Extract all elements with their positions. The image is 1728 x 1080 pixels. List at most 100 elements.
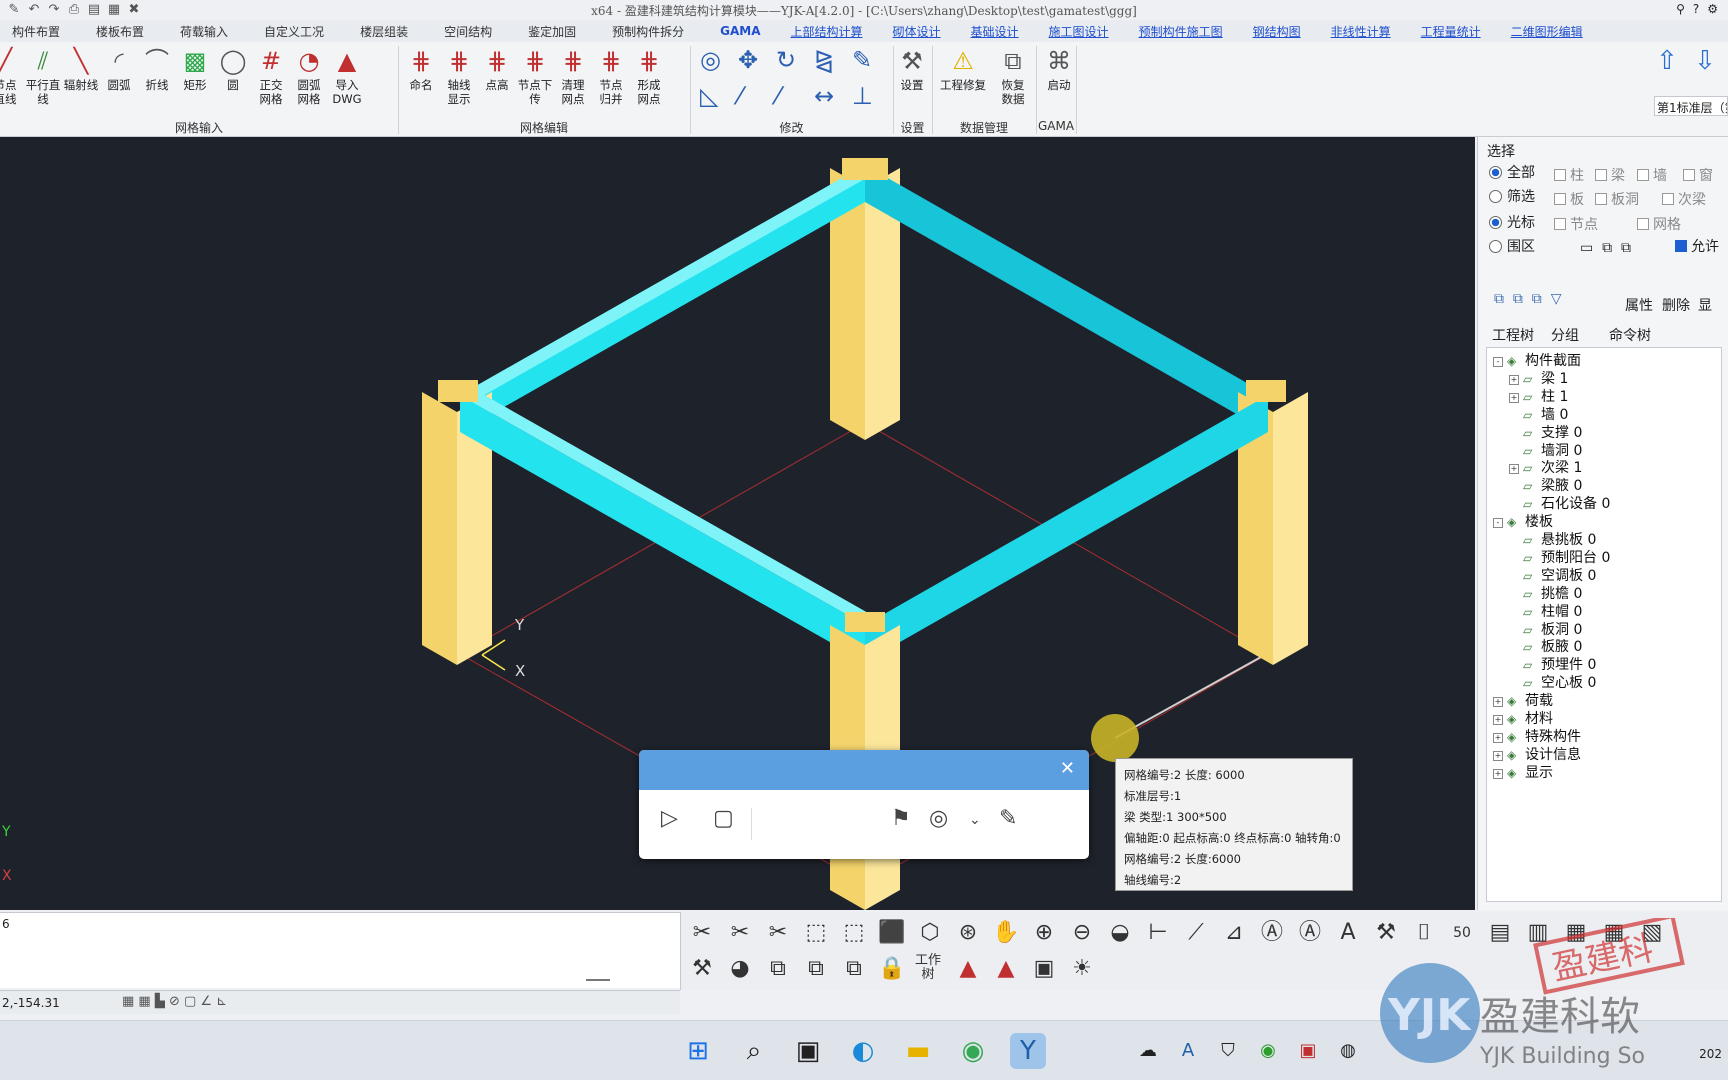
webcam-icon[interactable]: ◎ [929, 806, 948, 831]
tab-17[interactable]: 二维图形编辑 [1511, 23, 1583, 40]
view-tool-icon[interactable]: ✋ [991, 918, 1021, 948]
view-tool-icon[interactable]: ▥ [1523, 918, 1553, 948]
ribbon-btn-grid-input-0[interactable]: ╱ 节点直线 [0, 44, 24, 106]
tray-icon[interactable]: ⛉ [1210, 1033, 1246, 1069]
pin-icon[interactable]: ⚲ [1676, 2, 1685, 16]
view-tool-icon[interactable]: ⧉ [801, 954, 831, 984]
view-tool-icon[interactable]: ☀ [1067, 954, 1097, 984]
radio-0[interactable]: 全部 [1489, 162, 1535, 182]
checkbox-7[interactable]: 节点 [1554, 214, 1598, 234]
view-tool-icon[interactable]: ✂ [687, 918, 717, 948]
tab-2[interactable]: 荷载输入 [180, 23, 228, 40]
ribbon-btn-data-1[interactable]: ⧉ 恢复 数据 [988, 44, 1038, 106]
ribbon-btn-grid-input-5[interactable]: ▩ 矩形 [176, 44, 214, 92]
search-icon[interactable]: ⌕ [736, 1033, 772, 1069]
radio-3[interactable]: 围区 [1489, 236, 1535, 256]
tree-node[interactable]: + ◈ 显示 [1493, 762, 1553, 782]
chrome-icon[interactable]: ◉ [955, 1033, 991, 1069]
ribbon-btn-grid-edit-4[interactable]: ⋕ 清理 网点 [554, 44, 592, 106]
tray-app-icon[interactable]: ◉ [1250, 1033, 1286, 1069]
up-arrow-icon[interactable]: ⇧ [1656, 46, 1678, 76]
project-tree[interactable]: - ◈ 构件截面 + ▱ 梁 1 + ▱ 柱 1 ▱ 墙 0 ▱ 支撑 0 ▱ 墙洞 0 + ▱ 次梁 1 ▱ 梁腋 … [1486, 347, 1722, 902]
ribbon-btn-grid-input-9[interactable]: ▲ 导入 DWG [328, 44, 366, 106]
settings-icon[interactable]: ⚙ [1707, 2, 1718, 16]
tab-6[interactable]: 鉴定加固 [528, 23, 576, 40]
checkbox-0[interactable]: 柱 [1554, 165, 1584, 185]
tab-1[interactable]: 楼板布置 [96, 23, 144, 40]
tab-13[interactable]: 预制构件施工图 [1139, 23, 1223, 40]
ribbon-btn-grid-input-6[interactable]: ◯ 圆 [214, 44, 252, 92]
expand-icon[interactable]: + [1493, 750, 1503, 761]
view-tool-icon[interactable]: ⚒ [1371, 918, 1401, 948]
select-mode-icons[interactable]: ▭ ⧉ ⧉ [1580, 240, 1631, 256]
status-toggle-icons[interactable]: ▦ ▦ ▙ ⊘ ▢ ∠ ⊾ [122, 994, 227, 1009]
radio-1[interactable]: 筛选 [1489, 186, 1535, 206]
tab-7[interactable]: 预制构件拆分 [612, 23, 684, 40]
help-icon[interactable]: ? [1693, 2, 1699, 16]
ribbon-btn-grid-input-3[interactable]: ◜ 圆弧 [100, 44, 138, 92]
view-tool-icon[interactable]: ⊢ [1143, 918, 1173, 948]
expand-icon[interactable]: + [1509, 464, 1519, 475]
ribbon-btn-grid-edit-0[interactable]: ⋕ 命名 [402, 44, 440, 92]
panel-button-2[interactable]: 显 [1698, 295, 1712, 315]
view-tool-icon[interactable]: ▧ [1637, 918, 1667, 948]
modify-tool-icon[interactable]: ⧎ [814, 46, 834, 74]
view-tool-icon[interactable]: A [1333, 918, 1363, 948]
tab-11[interactable]: 基础设计 [971, 23, 1019, 40]
tab-16[interactable]: 工程量统计 [1421, 23, 1481, 40]
view-tool-icon[interactable]: ⬡ [915, 918, 945, 948]
ribbon-btn-grid-edit-1[interactable]: ⋕ 轴线 显示 [440, 44, 478, 106]
panel-tool-icons[interactable]: ⧉ ⧉ ⧉ ▽ [1494, 291, 1561, 307]
expand-icon[interactable]: + [1493, 768, 1503, 779]
expand-icon[interactable]: + [1509, 374, 1519, 385]
view-tool-icon[interactable]: ⊿ [1219, 918, 1249, 948]
floating-toolbar-header[interactable]: ✕ [639, 750, 1089, 790]
edge-icon[interactable]: ◐ [845, 1033, 881, 1069]
view-tool-icon[interactable]: ⧉ [839, 954, 869, 984]
checkbox-2[interactable]: 墙 [1637, 165, 1667, 185]
modify-tool-icon[interactable]: ✎ [852, 46, 872, 74]
view-tool-icon[interactable]: ⊛ [953, 918, 983, 948]
tab-9[interactable]: 上部结构计算 [791, 23, 863, 40]
ribbon-btn-grid-edit-5[interactable]: ⋕ 节点 归并 [592, 44, 630, 106]
floor-selector[interactable]: 第1标准层（第 [1654, 96, 1728, 116]
expand-icon[interactable]: + [1509, 392, 1519, 403]
gama-start-button[interactable]: ⌘ 启动 [1040, 44, 1078, 92]
panel-button-0[interactable]: 属性 [1625, 295, 1653, 315]
ribbon-btn-grid-input-4[interactable]: ⌒ 折线 [138, 44, 176, 92]
expand-icon[interactable]: + [1493, 715, 1503, 725]
ribbon-btn-grid-input-8[interactable]: ◔ 圆弧 网格 [290, 44, 328, 106]
modify-tool-icon[interactable]: ✥ [738, 46, 758, 74]
panel-button-1[interactable]: 删除 [1662, 295, 1690, 315]
ribbon-btn-grid-input-2[interactable]: ╲ 辐射线 [62, 44, 100, 92]
view-tool-icon[interactable]: ▲ [991, 954, 1021, 984]
radio-2[interactable]: 光标 [1489, 212, 1535, 232]
autodesk-icon[interactable]: A [1170, 1033, 1206, 1069]
view-tool-icon[interactable]: ▣ [1029, 954, 1059, 984]
view-tool-icon[interactable]: ⬛ [877, 918, 907, 948]
tab-0[interactable]: 构件布置 [12, 23, 60, 40]
modify-tool-icon[interactable]: ↻ [776, 46, 796, 74]
checkbox-5[interactable]: 板洞 [1595, 189, 1639, 209]
ribbon-btn-grid-edit-2[interactable]: ⋕ 点高 [478, 44, 516, 92]
close-icon[interactable]: ✕ [1060, 758, 1075, 779]
yjk-app-icon[interactable]: Y [1010, 1033, 1046, 1069]
work-tree-label[interactable]: 工作树 [915, 954, 941, 984]
flag-icon[interactable]: ⚑ [891, 806, 911, 831]
view-tool-icon[interactable]: ⟋ [1181, 918, 1211, 948]
tab-15[interactable]: 非线性计算 [1331, 23, 1391, 40]
tray-app2-icon[interactable]: ▣ [1290, 1033, 1326, 1069]
view-tool-icon[interactable]: ✂ [763, 918, 793, 948]
expand-icon[interactable]: + [1493, 697, 1503, 708]
collapse-icon[interactable]: - [1493, 357, 1503, 367]
modify-tool-icon[interactable]: ◺ [700, 82, 718, 110]
tab-3[interactable]: 自定义工况 [264, 23, 324, 40]
folder-icon[interactable]: ▬ [900, 1033, 936, 1069]
view-tool-icon[interactable]: ✂ [725, 918, 755, 948]
view-tool-icon[interactable]: ◕ [725, 954, 755, 984]
stop-icon[interactable]: ▢ [713, 806, 734, 831]
play-icon[interactable]: ▷ [661, 806, 678, 831]
panel-tab-1[interactable]: 分组 [1551, 325, 1579, 345]
view-tool-icon[interactable]: ◒ [1105, 918, 1135, 948]
modify-tool-icon[interactable]: ◎ [700, 46, 721, 74]
